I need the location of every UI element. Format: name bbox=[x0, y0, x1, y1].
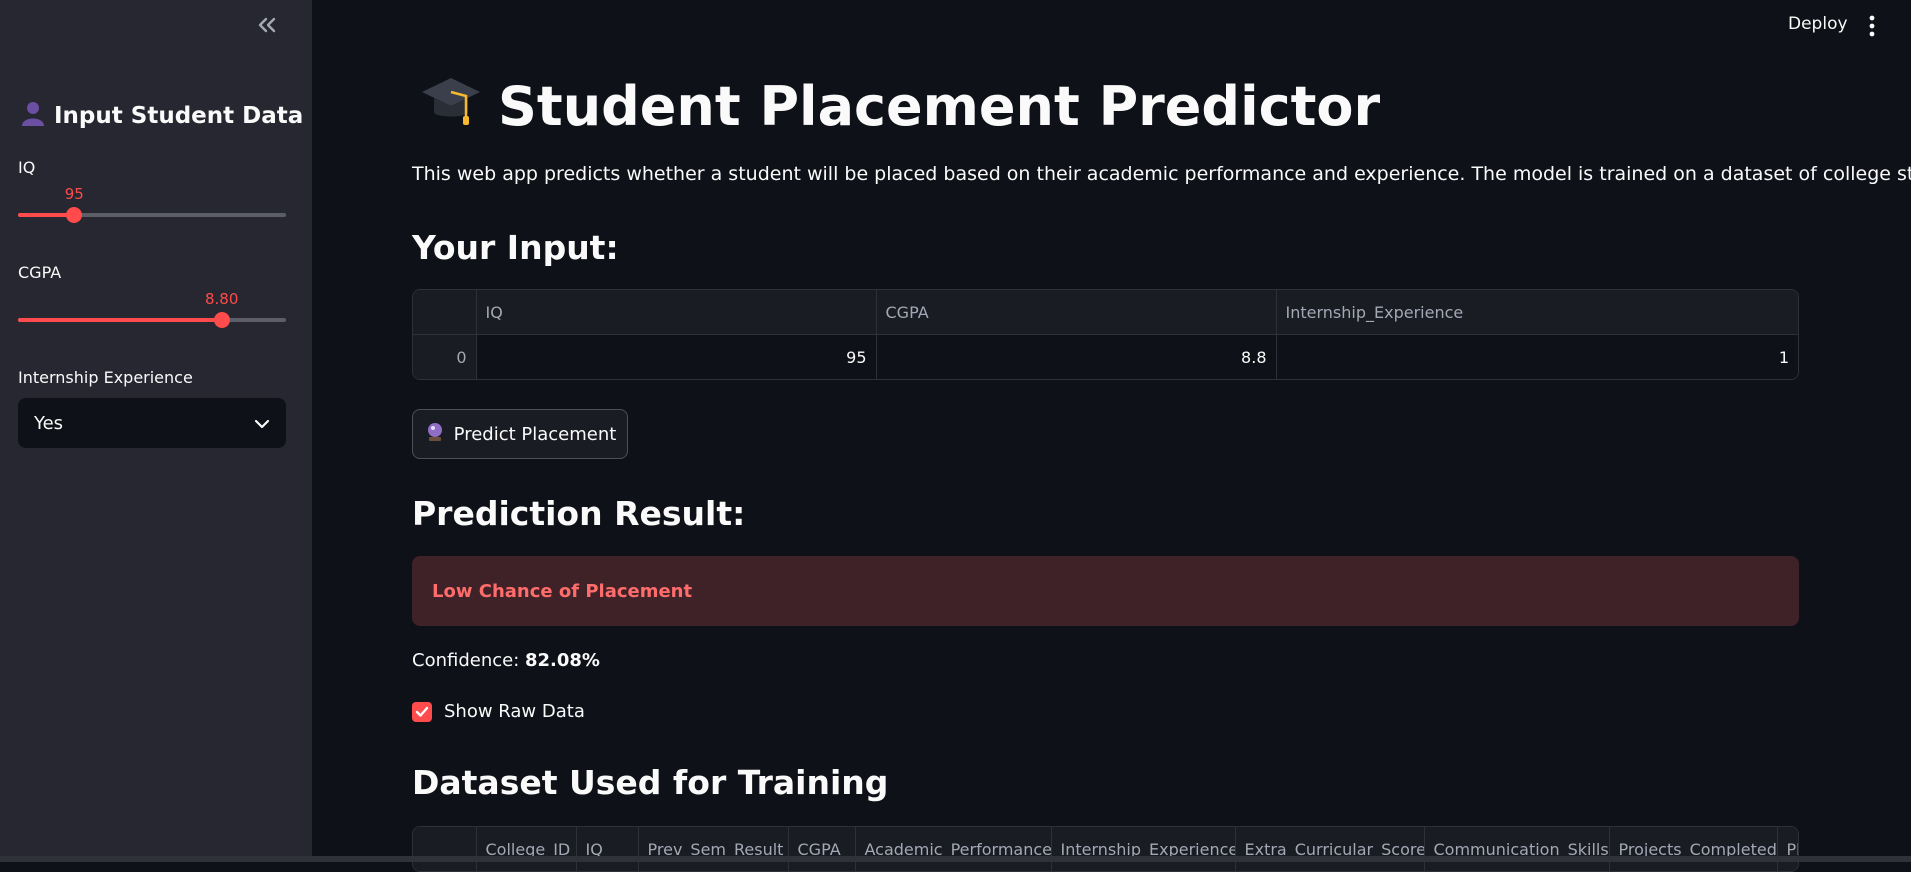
column-header[interactable]: Communication_Skills bbox=[1424, 827, 1610, 871]
iq-slider[interactable]: 95 bbox=[18, 183, 286, 223]
predict-button-label: Predict Placement bbox=[453, 423, 617, 445]
app-description: This web app predicts whether a student … bbox=[412, 163, 1911, 185]
column-header[interactable]: Pla bbox=[1777, 827, 1798, 871]
sidebar-title-text: Input Student Data bbox=[54, 103, 304, 129]
confidence-value: 82.08% bbox=[525, 650, 600, 671]
column-header[interactable]: Projects_Completed bbox=[1609, 827, 1778, 871]
checkbox-checked-icon[interactable] bbox=[412, 701, 432, 722]
table-row: 0 95 8.8 1 bbox=[413, 334, 1798, 379]
cgpa-slider-thumb[interactable] bbox=[213, 312, 230, 328]
show-raw-data-checkbox[interactable]: Show Raw Data bbox=[412, 701, 585, 722]
input-heading: Your Input: bbox=[412, 228, 619, 267]
table-header-row: IQ CGPA Internship_Experience bbox=[413, 290, 1798, 335]
page-title: Student Placement Predictor bbox=[420, 72, 1380, 141]
chevron-down-icon bbox=[254, 413, 270, 434]
internship-label: Internship Experience bbox=[18, 368, 193, 387]
column-header[interactable]: IQ bbox=[576, 827, 639, 871]
input-dataframe[interactable]: IQ CGPA Internship_Experience 0 95 8.8 1 bbox=[412, 289, 1799, 380]
bust-silhouette-icon bbox=[20, 100, 46, 132]
internship-select[interactable]: Yes bbox=[18, 398, 286, 448]
horizontal-scrollbar[interactable] bbox=[0, 856, 1911, 862]
iq-value: 95 bbox=[64, 185, 84, 203]
dataset-heading: Dataset Used for Training bbox=[412, 763, 889, 802]
column-header[interactable]: College_ID bbox=[476, 827, 577, 871]
cgpa-value: 8.80 bbox=[204, 290, 239, 308]
cgpa-slider[interactable]: 8.80 bbox=[18, 288, 286, 328]
cgpa-label: CGPA bbox=[18, 263, 62, 282]
result-alert-text: Low Chance of Placement bbox=[432, 580, 693, 602]
index-header bbox=[413, 290, 477, 335]
confidence-text: Confidence: 82.08% bbox=[412, 650, 600, 671]
iq-label: IQ bbox=[18, 158, 36, 177]
index-header bbox=[413, 827, 477, 871]
show-raw-data-label: Show Raw Data bbox=[444, 701, 585, 722]
main-menu-icon[interactable] bbox=[1862, 12, 1882, 40]
sidebar: Input Student Data IQ 95 CGPA 8.80 Inter… bbox=[0, 0, 312, 862]
page-title-text: Student Placement Predictor bbox=[498, 75, 1381, 138]
column-header[interactable]: Internship_Experience bbox=[1051, 827, 1236, 871]
graduation-cap-icon bbox=[420, 72, 482, 141]
slider-fill bbox=[18, 318, 222, 322]
confidence-label: Confidence: bbox=[412, 650, 525, 671]
table-cell[interactable]: 8.8 bbox=[876, 334, 1277, 379]
result-alert: Low Chance of Placement bbox=[412, 556, 1799, 626]
column-header[interactable]: Internship_Experience bbox=[1276, 290, 1798, 335]
column-header[interactable]: IQ bbox=[476, 290, 877, 335]
internship-selected-value: Yes bbox=[34, 412, 64, 434]
table-cell[interactable]: 95 bbox=[476, 334, 877, 379]
column-header[interactable]: CGPA bbox=[788, 827, 856, 871]
column-header[interactable]: Academic_Performance bbox=[855, 827, 1052, 871]
table-header-row: College_ID IQ Prev_Sem_Result CGPA Acade… bbox=[413, 827, 1798, 871]
result-heading: Prediction Result: bbox=[412, 494, 746, 533]
column-header[interactable]: CGPA bbox=[876, 290, 1277, 335]
row-index: 0 bbox=[413, 334, 477, 379]
column-header[interactable]: Extra_Curricular_Score bbox=[1235, 827, 1425, 871]
deploy-button[interactable]: Deploy bbox=[1788, 14, 1848, 34]
collapse-sidebar-icon[interactable] bbox=[254, 12, 280, 38]
sidebar-title: Input Student Data bbox=[20, 100, 303, 132]
dataset-dataframe[interactable]: College_ID IQ Prev_Sem_Result CGPA Acade… bbox=[412, 826, 1799, 872]
table-cell[interactable]: 1 bbox=[1276, 334, 1798, 379]
predict-placement-button[interactable]: Predict Placement bbox=[412, 409, 628, 459]
crystal-ball-icon bbox=[424, 421, 446, 448]
iq-slider-thumb[interactable] bbox=[66, 207, 83, 223]
column-header[interactable]: Prev_Sem_Result bbox=[638, 827, 789, 871]
